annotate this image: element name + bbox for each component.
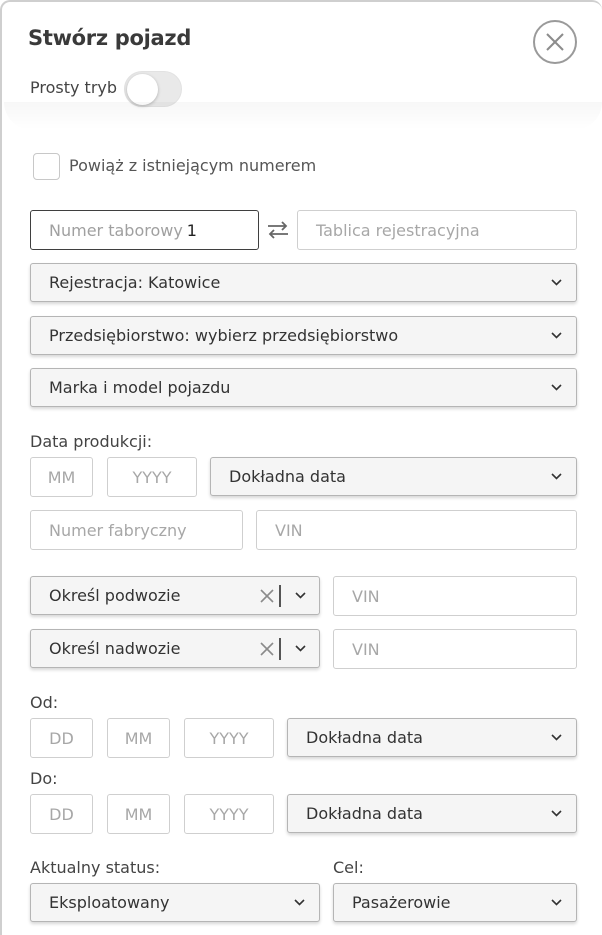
chevron-down-icon xyxy=(294,898,305,906)
production-precision-select[interactable]: Dokładna data xyxy=(210,457,577,496)
chevron-down-icon xyxy=(551,472,562,480)
simple-mode-label: Prosty tryb xyxy=(30,78,118,97)
production-year-input[interactable]: YYYY xyxy=(107,457,197,497)
body-vin-input[interactable]: VIN xyxy=(333,629,577,669)
factory-number-placeholder: Numer fabryczny xyxy=(49,520,187,540)
chassis-combobox[interactable]: Określ podwozie xyxy=(30,576,320,615)
chevron-down-icon[interactable] xyxy=(295,591,306,599)
from-year-placeholder: YYYY xyxy=(209,728,249,748)
link-existing-checkbox[interactable] xyxy=(33,153,60,180)
to-year-input[interactable]: YYYY xyxy=(184,794,274,834)
from-precision-value: Dokładna data xyxy=(306,728,423,747)
production-month-input[interactable]: MM xyxy=(30,457,93,497)
swap-icon[interactable] xyxy=(264,217,292,243)
from-day-input[interactable]: DD xyxy=(30,718,93,758)
production-precision-value: Dokładna data xyxy=(229,467,346,486)
chassis-vin-placeholder: VIN xyxy=(352,586,380,606)
combobox-separator xyxy=(279,585,281,607)
combobox-separator xyxy=(279,638,281,660)
to-year-placeholder: YYYY xyxy=(209,804,249,824)
production-year-placeholder: YYYY xyxy=(132,467,172,487)
from-year-input[interactable]: YYYY xyxy=(184,718,274,758)
link-existing-label: Powiąż z istniejącym numerem xyxy=(69,156,317,175)
from-month-placeholder: MM xyxy=(124,728,153,748)
status-value: Eksploatowany xyxy=(49,893,170,912)
plate-placeholder: Tablica rejestracyjna xyxy=(316,220,480,240)
chevron-down-icon[interactable] xyxy=(295,644,306,652)
production-date-label: Data produkcji: xyxy=(30,432,153,451)
chevron-down-icon xyxy=(551,733,562,741)
to-month-placeholder: MM xyxy=(124,804,153,824)
from-month-input[interactable]: MM xyxy=(107,718,170,758)
company-select[interactable]: Przedsiębiorstwo: wybierz przedsiębiorst… xyxy=(30,316,577,355)
from-label: Od: xyxy=(30,693,59,712)
header-divider-shadow xyxy=(4,102,602,130)
purpose-select[interactable]: Pasażerowie xyxy=(333,883,577,922)
close-button[interactable] xyxy=(533,20,577,64)
chevron-down-icon xyxy=(551,809,562,817)
to-day-input[interactable]: DD xyxy=(30,794,93,834)
fleet-number-placeholder: Numer taborowy xyxy=(49,220,183,240)
close-icon xyxy=(546,33,564,51)
from-precision-select[interactable]: Dokładna data xyxy=(287,718,577,757)
plate-input[interactable]: Tablica rejestracyjna xyxy=(297,210,577,250)
to-precision-value: Dokładna data xyxy=(306,804,423,823)
clear-icon[interactable] xyxy=(259,588,275,604)
clear-icon[interactable] xyxy=(259,641,275,657)
vin-input[interactable]: VIN xyxy=(256,510,577,550)
company-value: Przedsiębiorstwo: wybierz przedsiębiorst… xyxy=(49,326,399,345)
chevron-down-icon xyxy=(551,898,562,906)
status-select[interactable]: Eksploatowany xyxy=(30,883,320,922)
to-month-input[interactable]: MM xyxy=(107,794,170,834)
to-label: Do: xyxy=(30,769,58,788)
registration-value: Rejestracja: Katowice xyxy=(49,273,221,292)
to-day-placeholder: DD xyxy=(49,804,74,824)
to-precision-select[interactable]: Dokładna data xyxy=(287,794,577,833)
factory-number-input[interactable]: Numer fabryczny xyxy=(30,510,243,550)
chassis-vin-input[interactable]: VIN xyxy=(333,576,577,616)
production-month-placeholder: MM xyxy=(47,467,76,487)
chassis-value: Określ podwozie xyxy=(49,586,181,605)
body-vin-placeholder: VIN xyxy=(352,639,380,659)
chevron-down-icon xyxy=(551,278,562,286)
body-combobox[interactable]: Określ nadwozie xyxy=(30,629,320,668)
fleet-number-input[interactable]: Numer taborowy 1 xyxy=(30,210,259,250)
fleet-number-value: 1 xyxy=(186,220,197,240)
make-model-select[interactable]: Marka i model pojazdu xyxy=(30,368,577,407)
purpose-value: Pasażerowie xyxy=(352,893,451,912)
make-model-value: Marka i model pojazdu xyxy=(49,378,231,397)
from-day-placeholder: DD xyxy=(49,728,74,748)
status-label: Aktualny status: xyxy=(30,858,161,877)
chevron-down-icon xyxy=(551,331,562,339)
vin-placeholder: VIN xyxy=(275,520,303,540)
body-value: Określ nadwozie xyxy=(49,639,181,658)
chevron-down-icon xyxy=(551,383,562,391)
modal-title: Stwórz pojazd xyxy=(28,26,192,50)
toggle-knob xyxy=(127,74,158,105)
purpose-label: Cel: xyxy=(333,858,364,877)
create-vehicle-modal: Stwórz pojazd Prosty tryb Powiąż z istni… xyxy=(0,0,602,935)
registration-select[interactable]: Rejestracja: Katowice xyxy=(30,263,577,302)
